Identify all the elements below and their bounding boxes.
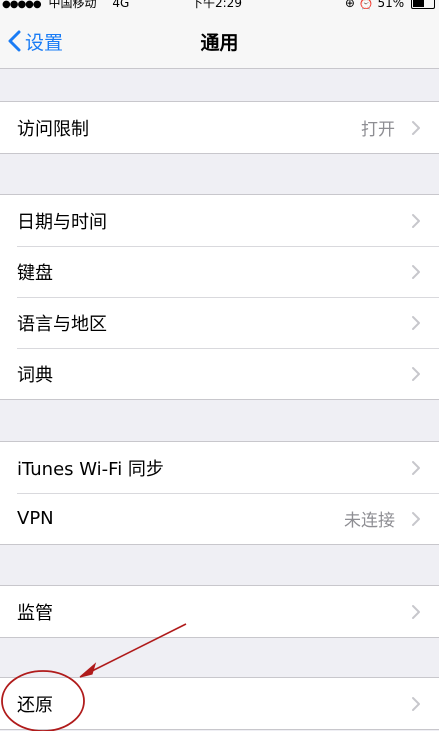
settings-group: 访问限制 打开 (0, 101, 439, 154)
settings-row-value: 打开 (361, 120, 395, 140)
settings-row-label: 键盘 (17, 262, 53, 284)
settings-group: iTunes Wi-Fi 同步 VPN 未连接 (0, 441, 439, 545)
settings-row-label: 语言与地区 (17, 313, 107, 335)
status-bar: ●●●●● 中国移动 4G 下午2:29 ⊕ ⏰ 51% (0, 0, 439, 14)
alarm-icon: ⏰ (358, 0, 374, 10)
settings-row[interactable]: 日期与时间 (0, 195, 439, 246)
page-title: 通用 (200, 32, 239, 54)
navigation-bar: 设置 通用 (0, 14, 439, 69)
settings-group: 监管 (0, 585, 439, 638)
settings-row[interactable]: VPN 未连接 (0, 493, 439, 544)
battery-percent: 51% (377, 0, 405, 10)
chevron-right-icon (411, 511, 421, 531)
annotation-arrowhead (79, 662, 97, 678)
settings-group: 日期与时间键盘语言与地区词典 (0, 194, 439, 400)
network-type: 4G (112, 0, 130, 10)
settings-row-label: 还原 (17, 694, 53, 716)
settings-row[interactable]: 键盘 (0, 246, 439, 297)
settings-row-label: 监管 (17, 602, 53, 624)
settings-row-value: 未连接 (344, 511, 395, 531)
chevron-right-icon (411, 120, 421, 140)
settings-row-label: 词典 (17, 364, 53, 386)
chevron-right-icon (411, 366, 421, 386)
status-left: ●●●●● 中国移动 4G (2, 0, 129, 11)
chevron-right-icon (411, 315, 421, 335)
status-time: 下午2:29 (191, 0, 242, 10)
settings-row[interactable]: 语言与地区 (0, 297, 439, 348)
settings-row-label: iTunes Wi-Fi 同步 (17, 458, 164, 480)
settings-row[interactable]: iTunes Wi-Fi 同步 (0, 442, 439, 493)
settings-row-label: 日期与时间 (17, 211, 107, 233)
chevron-right-icon (411, 604, 421, 624)
settings-row[interactable]: 访问限制 打开 (0, 102, 439, 153)
settings-row[interactable]: 还原 (0, 678, 439, 729)
carrier-name: 中国移动 (48, 0, 97, 10)
settings-group: 还原 (0, 677, 439, 730)
settings-row-label: VPN (17, 508, 54, 529)
battery-icon (411, 0, 435, 9)
settings-row[interactable]: 词典 (0, 348, 439, 399)
chevron-right-icon (411, 264, 421, 284)
status-right: ⊕ ⏰ 51% (345, 0, 435, 9)
settings-row-label: 访问限制 (17, 118, 89, 140)
chevron-right-icon (411, 460, 421, 480)
chevron-right-icon (411, 213, 421, 233)
settings-row[interactable]: 监管 (0, 586, 439, 637)
chevron-right-icon (411, 696, 421, 716)
orientation-lock-icon: ⊕ (344, 0, 355, 10)
signal-strength-icon: ●●●●● (2, 0, 42, 10)
